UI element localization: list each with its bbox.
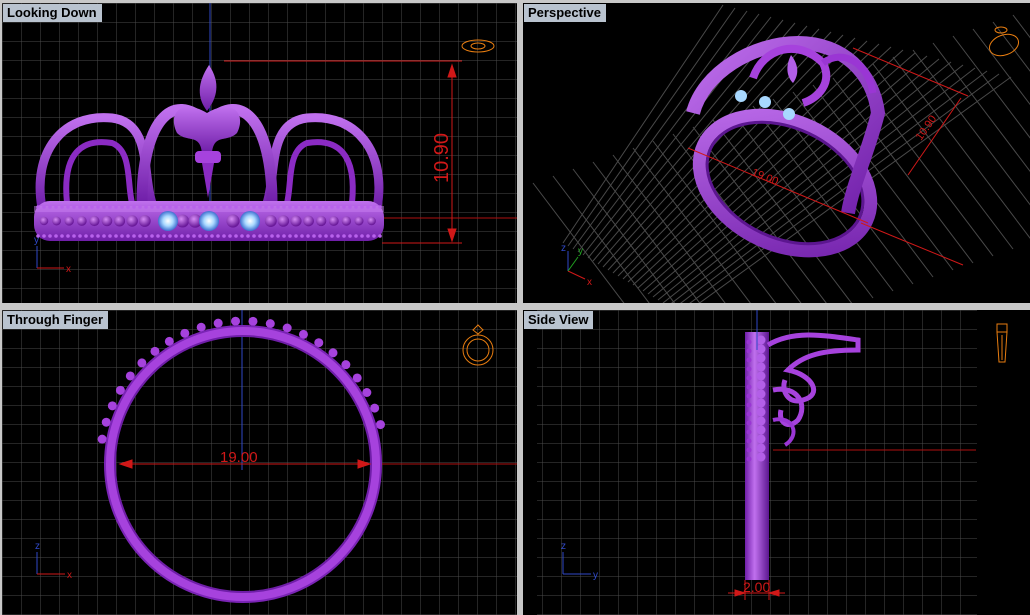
side-view-canvas: 2.00 z y [537, 310, 1008, 615]
viewport-label[interactable]: Through Finger [3, 311, 109, 329]
viewport-label[interactable]: Looking Down [3, 4, 102, 22]
height-dimension-label: 10.90 [914, 113, 940, 142]
ring-side-icon[interactable] [996, 323, 1008, 363]
grid [2, 310, 517, 615]
svg-text:x: x [67, 570, 72, 581]
diameter-dimension-label: 19.00 [220, 449, 258, 466]
viewport-through-finger[interactable]: Through Finger 19.00 z x [2, 310, 517, 615]
svg-text:y: y [593, 570, 598, 581]
height-dimension-label: 10.90 [431, 133, 453, 183]
gemstones [158, 211, 260, 231]
viewport-perspective[interactable]: Perspective 19.00 10.90 z x y [523, 3, 1030, 303]
svg-text:z: z [35, 541, 40, 552]
svg-text:x: x [66, 264, 71, 275]
perspective-canvas: 19.00 10.90 z x y [532, 4, 1030, 303]
svg-text:y: y [34, 235, 39, 246]
svg-text:z: z [561, 243, 566, 254]
ring-perspective-icon[interactable] [986, 26, 1021, 60]
svg-text:y: y [578, 246, 583, 257]
looking-down-canvas: 10.90 y x [2, 3, 517, 303]
svg-text:x: x [587, 277, 592, 288]
viewport-label[interactable]: Perspective [524, 4, 606, 22]
thickness-dimension-label: 2.00 [743, 579, 770, 595]
viewport-looking-down[interactable]: Looking Down 10.90 y x [2, 3, 517, 303]
viewport-side-view[interactable]: Side View 2.00 z y [523, 310, 1030, 615]
viewport-label[interactable]: Side View [524, 311, 594, 329]
through-finger-canvas: 19.00 z x [2, 310, 517, 615]
svg-text:z: z [561, 541, 566, 552]
